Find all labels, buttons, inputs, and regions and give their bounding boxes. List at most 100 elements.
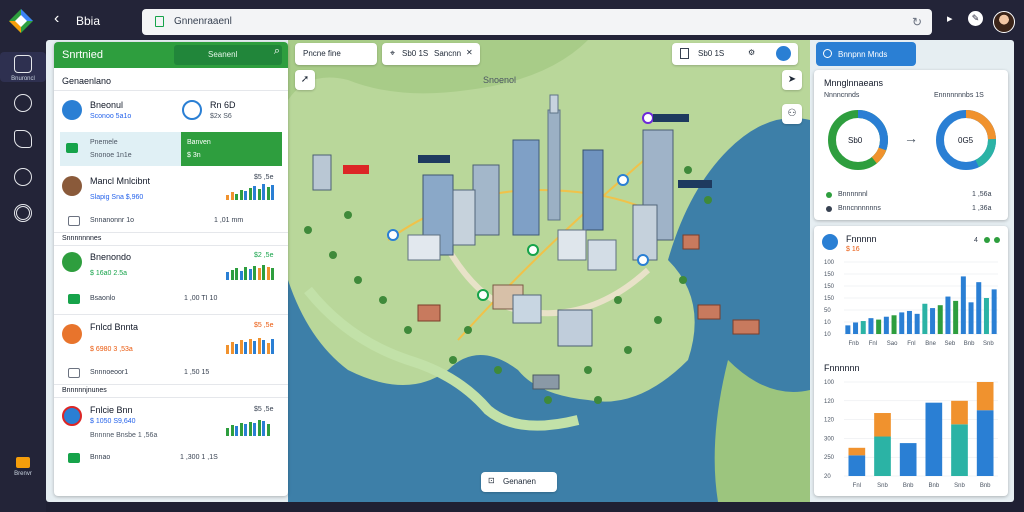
summary-left-card[interactable] [60,132,181,166]
gauge-icon [182,100,202,120]
section-title: Genaenlano [62,76,112,86]
item-sparkbars [226,338,274,354]
bar [922,303,928,334]
item-title[interactable]: Bnenondo [90,252,131,262]
item-thumbnail [62,324,82,344]
location-name: Sancnn [434,49,462,58]
address-bar[interactable]: Gnnenraaenl ↻ [142,9,932,35]
back-arrow-icon[interactable]: ‹ [54,11,66,27]
y-tick-label: 50 [824,308,831,314]
row-label: Snnanonnr 1o [90,217,134,224]
rail-item-target[interactable] [0,204,46,225]
bar [868,318,874,334]
bar [968,302,974,334]
app-title: Bbia [76,14,101,28]
route-icon [14,130,32,148]
row-value: 1 ,50 15 [184,369,210,376]
item-title[interactable]: Fnlcie Bnn [90,405,133,415]
circle-icon [14,94,32,112]
bar [925,402,943,476]
bar [845,325,851,334]
document-icon [155,16,164,27]
card-right-label: Ennnnnnnbs 1S [934,92,984,99]
legend-label: Bnncnnnnnns [838,205,881,212]
rail-item-circle[interactable] [0,94,46,115]
search-header: Snrtnied Seanenl ⌕ [54,42,288,68]
row-value: 1 ,01 mm [214,217,244,224]
x-tick-label: Seb [945,341,956,347]
x-tick-label: Snb [983,341,994,347]
rail-item-label: Bnuroncl [11,76,35,82]
compass-icon[interactable] [776,46,791,61]
target-icon [14,204,32,222]
chart-icon [68,294,80,304]
item-thumbnail [62,252,82,272]
item-title[interactable]: Fnlcd Bnnta [90,322,138,332]
map-bottom-chip[interactable]: ⊡ Genanen [481,472,557,492]
search-header-label: Snrtnied [62,49,103,61]
city-map[interactable]: Snoenol [288,40,810,502]
app-logo[interactable] [8,8,34,34]
cursor-icon[interactable]: ➚ [295,70,315,90]
search-input[interactable]: Seanenl [174,45,282,65]
x-tick-label: Fnb [848,341,859,347]
summary-sub: Snonoe 1n1e [90,152,132,159]
panel-toggle-button[interactable]: Bnnpnn Mnds [816,42,916,66]
rail-item-location[interactable] [0,168,46,189]
map-layer-control[interactable]: Sb0 1S ⚙ [672,43,798,65]
bar [874,436,891,476]
location-icon [14,168,32,186]
summary-right-card[interactable] [181,132,282,166]
bar-chart-bottom: 100 120 120 300 250 20 Fnl Snb Bnb Bnb Snb Bnb [824,380,998,489]
bar [976,282,982,334]
address-text: Gnnenraaenl [174,16,232,27]
divider [54,90,288,91]
x-tick-label: Fnl [907,341,915,347]
caret-icon[interactable]: ▸ [947,12,953,25]
globe-icon [823,49,832,58]
square-icon [14,55,32,73]
bar [945,296,951,334]
card-sub: $ 16 [846,246,860,253]
settings-icon[interactable]: ⚙ [748,48,755,57]
layer-value: Sb0 1S [698,49,725,58]
close-icon[interactable]: ✕ [466,48,473,57]
bar [883,316,889,334]
item-thumbnail [62,406,82,426]
y-tick-label: 150 [824,272,835,278]
item-value: $2 ,5e [254,252,274,259]
x-tick-label: Sao [887,341,898,347]
map-filter-chip[interactable]: Pncne fine [295,43,377,65]
item-detail: Bnnnne Bnsbe 1 ,56a [90,432,158,439]
search-icon[interactable]: ⌕ [274,45,280,58]
people-icon[interactable]: ⚇ [782,104,802,124]
reload-icon[interactable]: ↻ [912,15,922,29]
divider [54,384,288,385]
rail-item-dashboard[interactable]: Bnuroncl [0,52,46,82]
donut-left-label: Sb0 [848,136,863,145]
item-sparkbars [226,184,274,200]
item-title[interactable]: Mancl Mnlcibnt [90,176,150,186]
bar [860,321,866,334]
item-sub: $ 6980 3 ,53a [90,346,133,353]
bar [976,410,994,476]
rail-item-route[interactable] [0,130,46,151]
bottom-label: Genanen [503,477,536,486]
bar [991,289,997,334]
map-location-chip[interactable]: ⌖ Sb0 1S Sancnn ✕ [382,43,480,65]
card-title: Fnnnnn [846,234,877,244]
avatar[interactable] [993,11,1015,33]
user-icon [62,100,82,120]
rail-item-folder[interactable]: Brenvr [0,457,46,477]
divider [54,245,288,246]
x-tick-label: Bnb [928,483,939,489]
feather-icon[interactable]: ✎ [968,11,983,26]
item-value: $5 ,5e [254,406,274,413]
card-title: Fnnnnnn [824,363,860,373]
y-tick-label: 10 [824,320,831,326]
location-value: Sb0 1S [402,49,429,58]
bar [853,322,859,334]
navigate-icon[interactable]: ➤ [782,70,802,90]
card-title: Mnnglnnaeans [824,78,884,88]
summary-sub: $ 3n [187,152,201,159]
